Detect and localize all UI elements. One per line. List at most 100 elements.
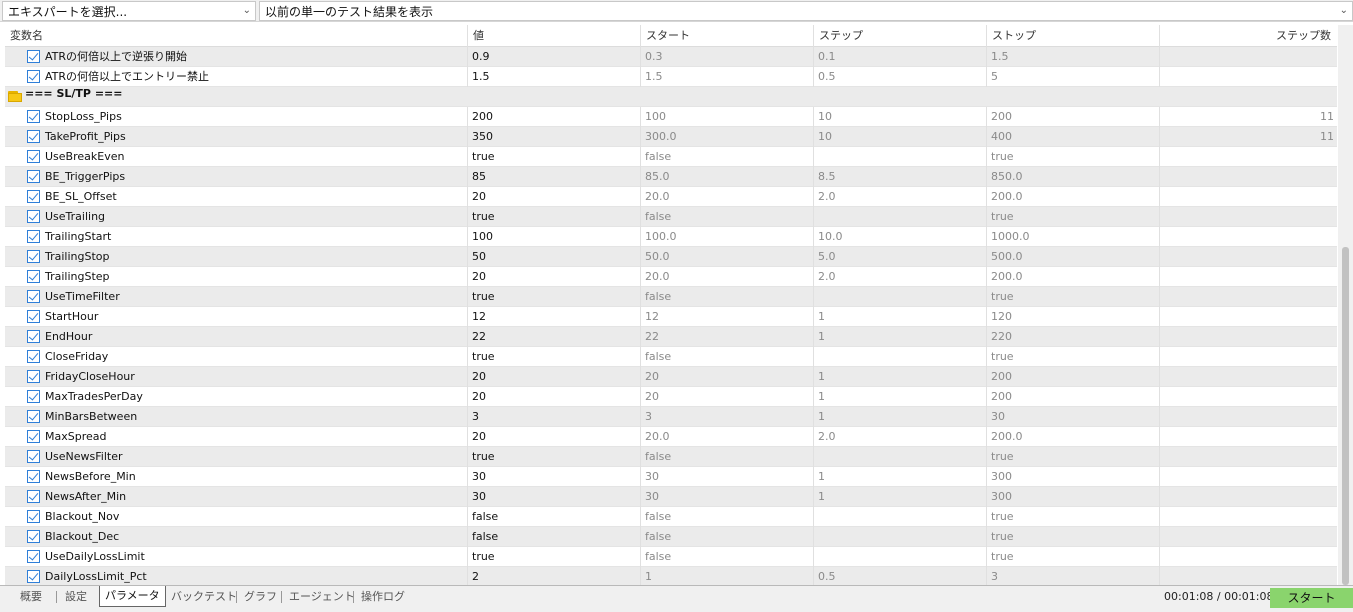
param-value-cell[interactable]: 100 (468, 227, 641, 247)
param-checkbox[interactable] (27, 310, 40, 323)
param-start-cell[interactable]: 20.0 (641, 427, 814, 447)
column-header-stop[interactable]: ストップ (987, 25, 1160, 47)
table-row[interactable]: CloseFriday true false true (5, 347, 1337, 367)
param-stop-cell[interactable]: true (987, 347, 1160, 367)
param-checkbox[interactable] (27, 230, 40, 243)
param-step-count-cell[interactable] (1160, 67, 1337, 87)
param-stop-cell[interactable]: 120 (987, 307, 1160, 327)
vertical-scrollbar[interactable] (1338, 25, 1353, 585)
param-value-cell[interactable]: 200 (468, 107, 641, 127)
table-row[interactable]: MaxTradesPerDay 20 20 1 200 (5, 387, 1337, 407)
param-stop-cell[interactable]: 200.0 (987, 267, 1160, 287)
param-step-count-cell[interactable] (1160, 207, 1337, 227)
param-start-cell[interactable]: 100.0 (641, 227, 814, 247)
table-row[interactable]: MinBarsBetween 3 3 1 30 (5, 407, 1337, 427)
table-row[interactable]: UseBreakEven true false true (5, 147, 1337, 167)
param-checkbox[interactable] (27, 570, 40, 583)
param-checkbox[interactable] (27, 290, 40, 303)
param-step-cell[interactable]: 1 (814, 467, 987, 487)
param-stop-cell[interactable]: true (987, 147, 1160, 167)
param-start-cell[interactable]: 30 (641, 467, 814, 487)
param-stop-cell[interactable]: 200 (987, 387, 1160, 407)
param-start-cell[interactable]: 20.0 (641, 187, 814, 207)
param-start-cell[interactable]: 0.3 (641, 47, 814, 67)
param-stop-cell[interactable]: true (987, 547, 1160, 567)
param-start-cell[interactable]: 100 (641, 107, 814, 127)
param-value-cell[interactable]: 20 (468, 367, 641, 387)
param-checkbox[interactable] (27, 530, 40, 543)
param-stop-cell[interactable]: true (987, 507, 1160, 527)
param-value-cell[interactable]: 30 (468, 487, 641, 507)
param-start-cell[interactable]: false (641, 547, 814, 567)
param-value-cell[interactable]: true (468, 347, 641, 367)
param-step-cell[interactable]: 1 (814, 367, 987, 387)
param-value-cell[interactable]: 0.9 (468, 47, 641, 67)
table-row[interactable]: StartHour 12 12 1 120 (5, 307, 1337, 327)
param-step-count-cell[interactable] (1160, 487, 1337, 507)
param-step-cell[interactable]: 1 (814, 407, 987, 427)
param-step-count-cell[interactable] (1160, 407, 1337, 427)
table-row[interactable]: EndHour 22 22 1 220 (5, 327, 1337, 347)
table-row[interactable]: ATRの何倍以上で逆張り開始 0.9 0.3 0.1 1.5 (5, 47, 1337, 67)
chevron-down-icon[interactable]: ⌄ (243, 5, 251, 16)
param-value-cell[interactable]: true (468, 147, 641, 167)
table-row[interactable]: StopLoss_Pips 200 100 10 200 11 (5, 107, 1337, 127)
param-stop-cell[interactable]: 220 (987, 327, 1160, 347)
param-stop-cell[interactable]: 400 (987, 127, 1160, 147)
param-stop-cell[interactable]: 1000.0 (987, 227, 1160, 247)
param-checkbox[interactable] (27, 150, 40, 163)
param-checkbox[interactable] (27, 50, 40, 63)
param-step-count-cell[interactable] (1160, 147, 1337, 167)
param-start-cell[interactable]: 1.5 (641, 67, 814, 87)
param-value-cell[interactable]: true (468, 287, 641, 307)
param-stop-cell[interactable]: true (987, 447, 1160, 467)
param-stop-cell[interactable]: 200 (987, 367, 1160, 387)
param-checkbox[interactable] (27, 470, 40, 483)
param-value-cell[interactable]: 20 (468, 187, 641, 207)
param-step-count-cell[interactable]: 11 (1160, 107, 1337, 127)
param-checkbox[interactable] (27, 190, 40, 203)
param-start-cell[interactable]: false (641, 507, 814, 527)
param-value-cell[interactable]: 30 (468, 467, 641, 487)
param-start-cell[interactable]: false (641, 527, 814, 547)
param-checkbox[interactable] (27, 110, 40, 123)
param-start-cell[interactable]: false (641, 347, 814, 367)
param-value-cell[interactable]: 20 (468, 267, 641, 287)
table-row[interactable]: DailyLossLimit_Pct 2 1 0.5 3 (5, 567, 1337, 585)
param-checkbox[interactable] (27, 330, 40, 343)
param-step-cell[interactable]: 10.0 (814, 227, 987, 247)
chevron-down-icon[interactable]: ⌄ (1340, 5, 1348, 16)
param-step-count-cell[interactable] (1160, 247, 1337, 267)
param-value-cell[interactable]: 350 (468, 127, 641, 147)
tab-backtest[interactable]: バックテスト (166, 587, 242, 606)
param-checkbox[interactable] (27, 550, 40, 563)
param-step-cell[interactable]: 2.0 (814, 187, 987, 207)
table-row[interactable]: ATRの何倍以上でエントリー禁止 1.5 1.5 0.5 5 (5, 67, 1337, 87)
column-header-step[interactable]: ステップ (814, 25, 987, 47)
param-start-cell[interactable]: 20.0 (641, 267, 814, 287)
param-step-cell[interactable] (814, 447, 987, 467)
group-row[interactable]: === SL/TP === (5, 87, 1337, 107)
param-value-cell[interactable]: true (468, 207, 641, 227)
param-step-count-cell[interactable] (1160, 287, 1337, 307)
param-step-cell[interactable] (814, 147, 987, 167)
param-start-cell[interactable]: false (641, 207, 814, 227)
table-row[interactable]: BE_SL_Offset 20 20.0 2.0 200.0 (5, 187, 1337, 207)
param-value-cell[interactable]: 2 (468, 567, 641, 585)
table-row[interactable]: UseDailyLossLimit true false true (5, 547, 1337, 567)
param-step-count-cell[interactable] (1160, 467, 1337, 487)
table-row[interactable]: TakeProfit_Pips 350 300.0 10 400 11 (5, 127, 1337, 147)
param-checkbox[interactable] (27, 350, 40, 363)
param-checkbox[interactable] (27, 410, 40, 423)
column-header-step-count[interactable]: ステップ数 (1160, 25, 1337, 47)
param-stop-cell[interactable]: true (987, 207, 1160, 227)
param-step-count-cell[interactable] (1160, 547, 1337, 567)
param-step-count-cell[interactable]: 11 (1160, 127, 1337, 147)
param-step-cell[interactable] (814, 287, 987, 307)
param-step-cell[interactable]: 0.1 (814, 47, 987, 67)
param-value-cell[interactable]: false (468, 527, 641, 547)
param-step-cell[interactable]: 0.5 (814, 567, 987, 585)
param-value-cell[interactable]: 20 (468, 427, 641, 447)
param-step-count-cell[interactable] (1160, 227, 1337, 247)
param-start-cell[interactable]: 30 (641, 487, 814, 507)
